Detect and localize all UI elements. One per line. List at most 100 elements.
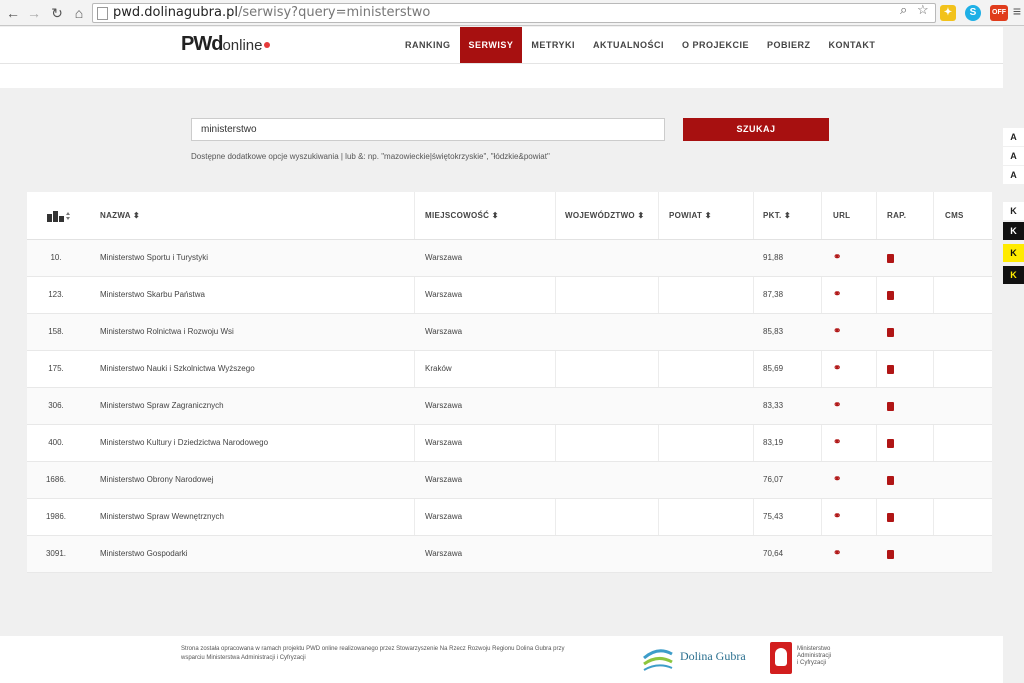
table-row: 3091. Ministerstwo Gospodarki Warszawa 7… — [27, 536, 992, 573]
row-city: Warszawa — [425, 327, 463, 336]
report-icon[interactable] — [887, 476, 894, 485]
link-icon[interactable]: ⚭ — [833, 277, 841, 313]
report-icon[interactable] — [887, 402, 894, 411]
row-name: Ministerstwo Spraw Wewnętrznych — [100, 512, 224, 521]
ministry-name: Ministerstwo Administracji i Cyfryzacji — [797, 646, 831, 667]
contrast-default-button[interactable]: K — [1003, 202, 1024, 220]
table-row: 123. Ministerstwo Skarbu Państwa Warszaw… — [27, 277, 992, 314]
contrast-black-white-button[interactable]: K — [1003, 222, 1024, 240]
report-icon[interactable] — [887, 328, 894, 337]
search-button[interactable]: SZUKAJ — [683, 118, 829, 141]
row-name: Ministerstwo Rolnictwa i Rozwoju Wsi — [100, 327, 234, 336]
report-icon[interactable] — [887, 513, 894, 522]
zoom-icon[interactable]: ⌕ — [900, 2, 907, 18]
row-score: 83,19 — [763, 438, 784, 447]
report-icon[interactable] — [887, 291, 894, 300]
header-wojewodztwo[interactable]: WOJEWÓDZTWO ⬍ — [565, 192, 644, 240]
report-icon[interactable] — [887, 365, 894, 374]
link-icon[interactable]: ⚭ — [833, 536, 841, 572]
row-score: 91,88 — [763, 253, 784, 262]
rank-sort-icon[interactable] — [47, 192, 77, 240]
row-name: Ministerstwo Spraw Zagranicznych — [100, 401, 224, 410]
skype-icon[interactable]: S — [965, 5, 981, 21]
forward-arrow-icon[interactable]: → — [25, 4, 43, 22]
url-path: /serwisy?query=ministerstwo — [237, 5, 431, 20]
search-input[interactable]: ministerstwo — [191, 118, 665, 141]
menu-o-projekcie[interactable]: O PROJEKCIE — [673, 27, 758, 63]
row-score: 85,83 — [763, 327, 784, 336]
dolina-gubra-logo-icon[interactable] — [642, 644, 674, 674]
table-row: 1686. Ministerstwo Obrony Narodowej Wars… — [27, 462, 992, 499]
row-name: Ministerstwo Gospodarki — [100, 549, 188, 558]
table-row: 306. Ministerstwo Spraw Zagranicznych Wa… — [27, 388, 992, 425]
site-header: PWdonline RANKING SERWISY METRYKI AKTUAL… — [0, 27, 1003, 64]
reload-icon[interactable]: ↻ — [48, 4, 66, 22]
link-icon[interactable]: ⚭ — [833, 462, 841, 498]
table-row: 1986. Ministerstwo Spraw Wewnętrznych Wa… — [27, 499, 992, 536]
table-row: 158. Ministerstwo Rolnictwa i Rozwoju Ws… — [27, 314, 992, 351]
row-city: Warszawa — [425, 401, 463, 410]
url-host: pwd.dolinagubra.pl — [113, 5, 238, 20]
row-name: Ministerstwo Nauki i Szkolnictwa Wyższeg… — [100, 364, 255, 373]
font-size-large-button[interactable]: A — [1003, 147, 1024, 165]
main-menu: RANKING SERWISY METRYKI AKTUALNOŚCI O PR… — [396, 27, 884, 63]
ministry-line: Ministerstwo — [797, 646, 831, 652]
row-rank: 3091. — [45, 549, 67, 558]
results-table: NAZWA ⬍ MIEJSCOWOŚĆ ⬍ WOJEWÓDZTWO ⬍ POWI… — [27, 192, 992, 573]
address-bar[interactable]: pwd.dolinagubra.pl/serwisy?query=ministe… — [92, 3, 936, 23]
row-rank: 400. — [48, 438, 64, 447]
link-icon[interactable]: ⚭ — [833, 314, 841, 350]
page-icon — [97, 7, 108, 20]
contrast-black-yellow-button[interactable]: K — [1003, 266, 1024, 284]
row-city: Kraków — [425, 364, 452, 373]
ministry-emblem-icon[interactable] — [770, 642, 792, 674]
row-city: Warszawa — [425, 438, 463, 447]
home-icon[interactable]: ⌂ — [70, 4, 88, 22]
link-icon[interactable]: ⚭ — [833, 499, 841, 535]
row-city: Warszawa — [425, 290, 463, 299]
link-icon[interactable]: ⚭ — [833, 425, 841, 461]
header-miejscowosc[interactable]: MIEJSCOWOŚĆ ⬍ — [425, 192, 499, 240]
row-rank: 1686. — [45, 475, 67, 484]
extension-star-icon[interactable]: ✦ — [940, 5, 956, 21]
row-score: 75,43 — [763, 512, 784, 521]
font-size-xlarge-button[interactable]: A — [1003, 166, 1024, 184]
row-city: Warszawa — [425, 475, 463, 484]
menu-metryki[interactable]: METRYKI — [522, 27, 584, 63]
menu-kontakt[interactable]: KONTAKT — [820, 27, 885, 63]
link-icon[interactable]: ⚭ — [833, 240, 841, 276]
menu-aktualnosci[interactable]: AKTUALNOŚCI — [584, 27, 673, 63]
font-size-normal-button[interactable]: A — [1003, 128, 1024, 146]
link-icon[interactable]: ⚭ — [833, 388, 841, 424]
row-name: Ministerstwo Obrony Narodowej — [100, 475, 214, 484]
row-rank: 123. — [48, 290, 64, 299]
back-arrow-icon[interactable]: ← — [4, 4, 22, 22]
header-powiat[interactable]: POWIAT ⬍ — [669, 192, 712, 240]
menu-ranking[interactable]: RANKING — [396, 27, 460, 63]
table-row: 400. Ministerstwo Kultury i Dziedzictwa … — [27, 425, 992, 462]
row-city: Warszawa — [425, 253, 463, 262]
row-score: 70,64 — [763, 549, 784, 558]
menu-serwisy[interactable]: SERWISY — [459, 27, 523, 63]
site-logo[interactable]: PWdonline — [181, 33, 271, 56]
table-row: 10. Ministerstwo Sportu i Turystyki Wars… — [27, 240, 992, 277]
table-row: 175. Ministerstwo Nauki i Szkolnictwa Wy… — [27, 351, 992, 388]
report-icon[interactable] — [887, 254, 894, 263]
header-pkt[interactable]: PKT. ⬍ — [763, 192, 791, 240]
link-icon[interactable]: ⚭ — [833, 351, 841, 387]
row-name: Ministerstwo Kultury i Dziedzictwa Narod… — [100, 438, 269, 447]
menu-pobierz[interactable]: POBIERZ — [758, 27, 820, 63]
adblock-off-icon[interactable]: OFF — [990, 5, 1008, 21]
report-icon[interactable] — [887, 439, 894, 448]
menu-icon[interactable]: ≡ — [1008, 2, 1024, 20]
contrast-yellow-black-button[interactable]: K — [1003, 244, 1024, 262]
logo-main: PWd — [181, 33, 223, 55]
row-score: 85,69 — [763, 364, 784, 373]
row-rank: 1986. — [45, 512, 67, 521]
site-footer: Strona została opracowana w ramach proje… — [0, 636, 1003, 683]
logo-dot-icon — [264, 41, 271, 48]
header-nazwa[interactable]: NAZWA ⬍ — [100, 192, 140, 240]
report-icon[interactable] — [887, 550, 894, 559]
bookmark-star-icon[interactable]: ☆ — [917, 2, 929, 18]
header-url: URL — [833, 211, 851, 220]
